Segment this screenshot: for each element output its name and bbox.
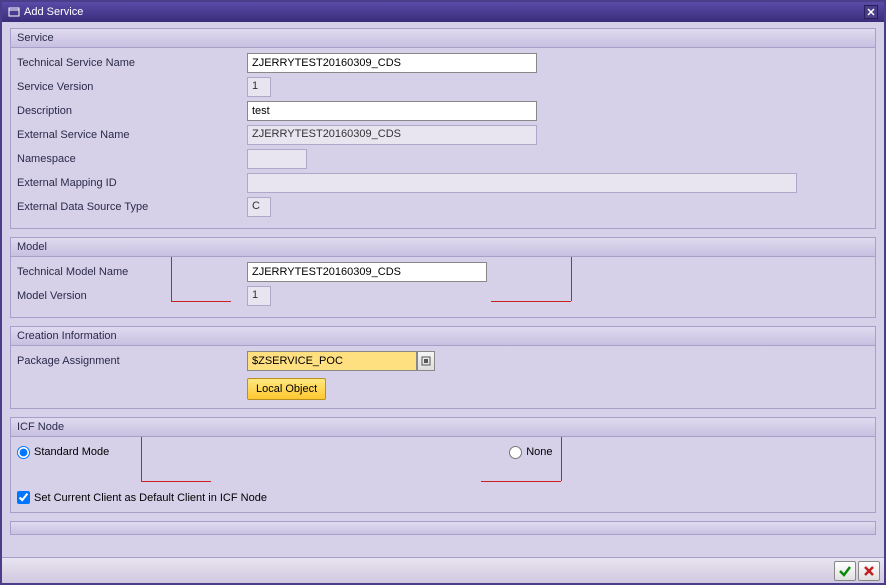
dialog-footer <box>2 557 884 583</box>
tech-model-name-input[interactable] <box>247 262 487 282</box>
model-version-label: Model Version <box>17 290 177 302</box>
window-title: Add Service <box>24 6 83 18</box>
annotation-line <box>481 481 561 482</box>
package-assignment-label: Package Assignment <box>17 355 247 367</box>
close-button[interactable] <box>864 5 878 19</box>
service-group: Service Technical Service Name Service V… <box>10 28 876 229</box>
partial-group <box>10 521 876 535</box>
add-service-dialog: Add Service Service Technical Service Na… <box>0 0 886 585</box>
standard-mode-radio[interactable] <box>17 446 30 459</box>
none-radio-item[interactable]: None <box>509 446 552 459</box>
external-mapping-id-field <box>247 173 797 193</box>
external-data-source-field: C <box>247 197 271 217</box>
namespace-field <box>247 149 307 169</box>
content-area: Service Technical Service Name Service V… <box>2 22 884 557</box>
namespace-label: Namespace <box>17 153 247 165</box>
f4-help-button[interactable] <box>417 351 435 371</box>
annotation-line <box>141 481 211 482</box>
ok-button[interactable] <box>834 561 856 581</box>
icf-node-group: ICF Node Standard Mode None <box>10 417 876 513</box>
window-icon <box>8 6 20 18</box>
standard-mode-radio-item[interactable]: Standard Mode <box>17 446 109 459</box>
f4-icon <box>421 356 431 366</box>
default-client-label: Set Current Client as Default Client in … <box>34 492 267 504</box>
creation-info-group: Creation Information Package Assignment … <box>10 326 876 409</box>
none-label: None <box>526 446 552 458</box>
tech-service-name-label: Technical Service Name <box>17 57 247 69</box>
standard-mode-label: Standard Mode <box>34 446 109 458</box>
titlebar: Add Service <box>2 2 884 22</box>
service-version-label: Service Version <box>17 81 247 93</box>
icf-node-header: ICF Node <box>11 418 875 437</box>
annotation-line <box>171 257 172 301</box>
service-header: Service <box>11 29 875 48</box>
annotation-line <box>141 437 142 481</box>
close-icon <box>867 8 875 16</box>
annotation-line <box>571 257 572 301</box>
check-icon <box>838 564 852 578</box>
model-header: Model <box>11 238 875 257</box>
default-client-checkbox[interactable] <box>17 491 30 504</box>
cancel-button[interactable] <box>858 561 880 581</box>
external-data-source-label: External Data Source Type <box>17 201 247 213</box>
local-object-button[interactable]: Local Object <box>247 378 326 400</box>
cancel-icon <box>863 565 875 577</box>
description-input[interactable] <box>247 101 537 121</box>
tech-service-name-input[interactable] <box>247 53 537 73</box>
external-service-name-label: External Service Name <box>17 129 247 141</box>
tech-model-name-label: Technical Model Name <box>17 266 177 278</box>
description-label: Description <box>17 105 247 117</box>
model-version-field: 1 <box>247 286 271 306</box>
none-radio[interactable] <box>509 446 522 459</box>
annotation-line <box>171 301 231 302</box>
external-mapping-id-label: External Mapping ID <box>17 177 247 189</box>
creation-info-header: Creation Information <box>11 327 875 346</box>
model-group: Model Technical Model Name Model Version… <box>10 237 876 318</box>
service-version-field: 1 <box>247 77 271 97</box>
annotation-line <box>561 437 562 481</box>
package-assignment-input[interactable] <box>247 351 417 371</box>
annotation-line <box>491 301 571 302</box>
external-service-name-field: ZJERRYTEST20160309_CDS <box>247 125 537 145</box>
